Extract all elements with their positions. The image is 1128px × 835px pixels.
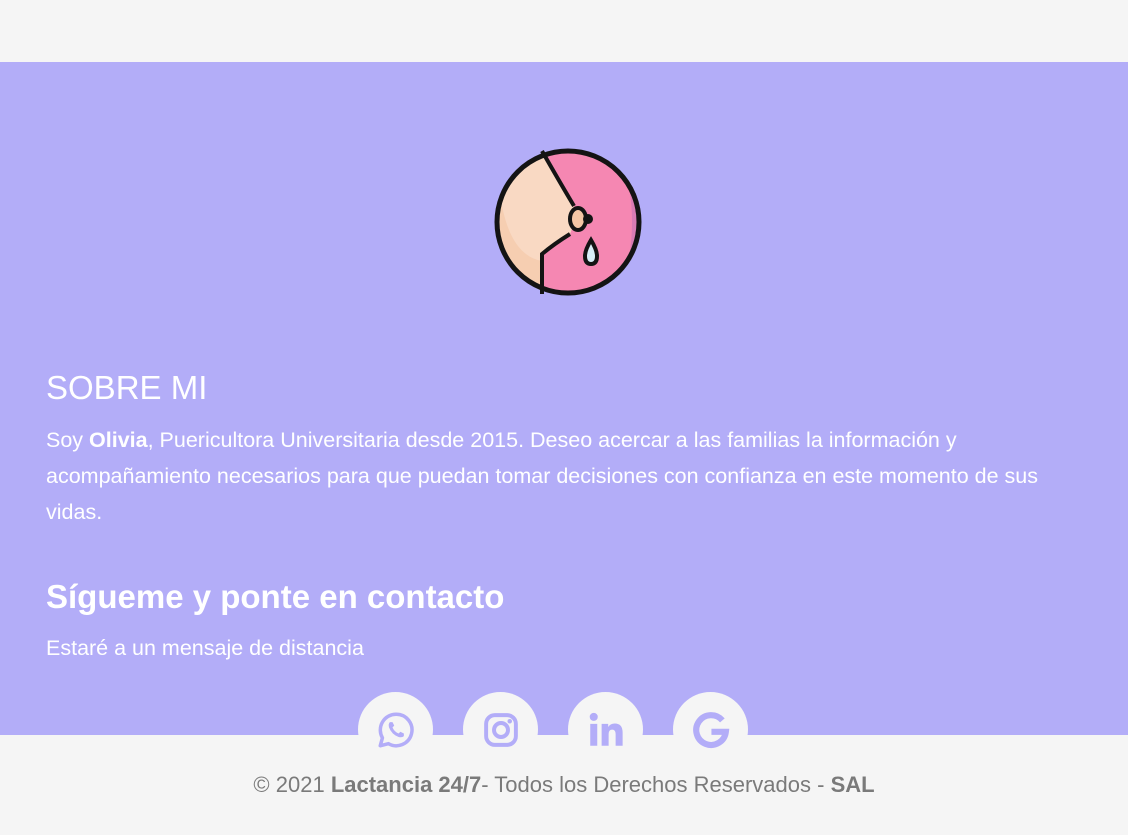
about-text-rest: , Puericultora Universitaria desde 2015.… [46, 428, 1039, 524]
footer-rights: - Todos los Derechos Reservados - [481, 772, 831, 797]
footer-brand: Lactancia 24/7 [330, 772, 482, 797]
social-links [358, 692, 748, 767]
contact-subtitle: Estaré a un mensaje de distancia [46, 636, 364, 660]
footer-company: SAL [830, 772, 875, 797]
linkedin-icon [589, 712, 623, 746]
breastfeeding-logo-icon [494, 148, 642, 296]
about-text-prefix: Soy [46, 428, 90, 452]
footer-text: © 2021 Lactancia 24/7- Todos los Derecho… [253, 772, 874, 798]
google-button[interactable] [673, 692, 748, 767]
google-icon [692, 711, 729, 748]
whatsapp-button[interactable] [358, 692, 433, 767]
instagram-icon [483, 712, 518, 747]
contact-title: Sígueme y ponte en contacto [46, 578, 505, 615]
about-text: Soy Olivia, Puericultora Universitaria d… [46, 422, 1096, 530]
about-title: SOBRE MI [46, 369, 208, 406]
footer-copyright: © 2021 [253, 772, 331, 797]
instagram-button[interactable] [463, 692, 538, 767]
top-strip [0, 0, 1128, 62]
whatsapp-icon [378, 711, 414, 747]
about-section: SOBRE MI Soy Olivia, Puericultora Univer… [0, 62, 1128, 767]
linkedin-button[interactable] [568, 692, 643, 767]
about-name: Olivia [89, 428, 148, 452]
